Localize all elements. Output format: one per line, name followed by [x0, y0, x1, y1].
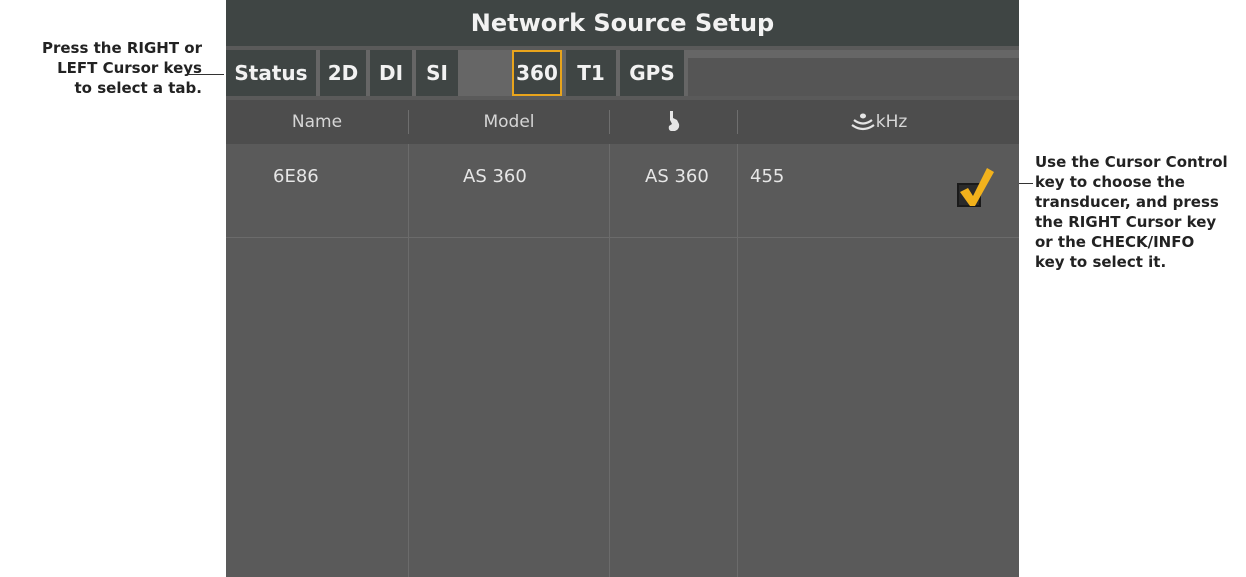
callout-line: key to choose the — [1035, 173, 1185, 191]
row-divider — [226, 237, 1019, 238]
callout-line: transducer, and press — [1035, 193, 1219, 211]
callout-select-tab: Press the RIGHT or LEFT Cursor keys to s… — [6, 38, 202, 98]
column-divider — [408, 144, 409, 577]
column-header-transducer — [610, 100, 737, 144]
tab-360[interactable]: 360 — [512, 50, 562, 96]
callout-select-transducer: Use the Cursor Control key to choose the… — [1035, 152, 1245, 272]
page-title: Network Source Setup — [226, 0, 1019, 46]
cell-name: 6E86 — [273, 166, 319, 187]
callout-line: key to select it. — [1035, 253, 1167, 271]
transducer-table: 6E86 AS 360 AS 360 455 — [226, 144, 1019, 577]
leader-line-right — [1018, 183, 1033, 184]
sonar-icon — [851, 113, 875, 131]
callout-line: Press the RIGHT or — [41, 39, 202, 57]
column-header-khz: kHz — [738, 100, 1019, 144]
callout-line: Use the Cursor Control — [1035, 153, 1228, 171]
table-header: Name Model kHz — [226, 100, 1019, 144]
column-divider — [737, 144, 738, 577]
network-source-setup-screen: Network Source Setup Status 2D DI SI 360… — [226, 0, 1019, 577]
column-label-khz: kHz — [875, 112, 908, 132]
tab-si[interactable]: SI — [416, 50, 458, 96]
callout-line: LEFT Cursor keys — [57, 59, 202, 77]
column-header-model: Model — [483, 112, 535, 132]
tab-2d[interactable]: 2D — [320, 50, 366, 96]
tab-status[interactable]: Status — [226, 50, 316, 96]
callout-line: to select a tab. — [74, 79, 202, 97]
callout-line: or the CHECK/INFO — [1035, 233, 1195, 251]
tab-t1[interactable]: T1 — [566, 50, 616, 96]
transducer-icon — [668, 111, 679, 131]
leader-line-left — [188, 74, 224, 75]
tab-bar: Status 2D DI SI 360 T1 GPS — [226, 50, 1019, 96]
column-header-name: Name — [291, 112, 343, 132]
callout-line: the RIGHT Cursor key — [1035, 213, 1217, 231]
column-divider — [609, 144, 610, 577]
tab-gps[interactable]: GPS — [620, 50, 684, 96]
checkmark-icon — [960, 168, 994, 206]
tab-di[interactable]: DI — [370, 50, 412, 96]
cell-khz: 455 — [750, 166, 785, 187]
tab-bar-filler — [688, 58, 1019, 96]
cell-transducer: AS 360 — [645, 166, 709, 187]
cell-model: AS 360 — [463, 166, 527, 187]
